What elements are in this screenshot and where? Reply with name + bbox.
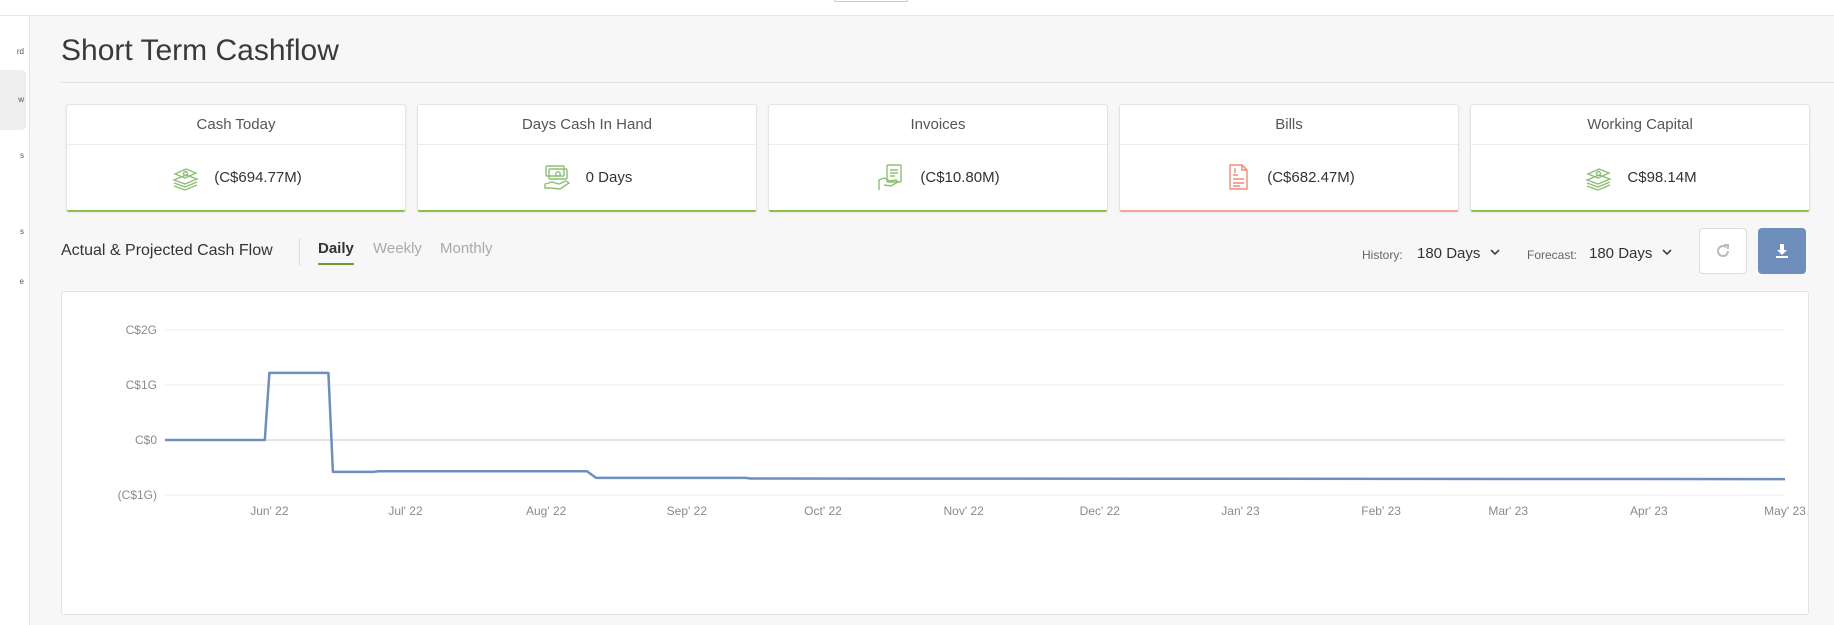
history-select[interactable]: 180 Days: [1417, 245, 1480, 262]
card-value: (C$682.47M): [1267, 168, 1355, 186]
invoice-hand-icon: [878, 164, 903, 190]
card-value: (C$694.77M): [214, 168, 302, 186]
bill-document-icon: [1229, 164, 1248, 190]
card-title: Cash Today: [67, 105, 405, 145]
card-title: Working Capital: [1471, 105, 1809, 145]
x-tick-label: Jun' 22: [250, 504, 289, 518]
card-value: C$98.14M: [1627, 168, 1697, 186]
money-stack-icon: [172, 168, 200, 191]
card-working-capital[interactable]: Working Capital C$98.14M: [1470, 104, 1810, 212]
x-tick-label: Nov' 22: [943, 504, 984, 518]
card-days-cash[interactable]: Days Cash In Hand 0 Days: [417, 104, 757, 212]
left-sidebar: rd w s s e: [0, 16, 30, 625]
sidebar-item-5[interactable]: e: [0, 272, 26, 292]
x-tick-label: Sep' 22: [667, 504, 708, 518]
download-button[interactable]: [1758, 228, 1806, 274]
x-tick-label: Feb' 23: [1361, 504, 1401, 518]
money-hand-icon: [543, 165, 570, 190]
y-tick-label: C$2G: [126, 323, 157, 337]
card-title: Invoices: [769, 105, 1107, 145]
title-divider: [61, 82, 1834, 83]
sidebar-item-3[interactable]: s: [0, 146, 26, 166]
x-tick-label: May' 23: [1764, 504, 1806, 518]
refresh-button[interactable]: [1699, 228, 1747, 274]
card-value: (C$10.80M): [920, 168, 1000, 186]
card-cash-today[interactable]: Cash Today (C$694.77M): [66, 104, 406, 212]
forecast-select[interactable]: 180 Days: [1589, 245, 1652, 262]
sidebar-item-4[interactable]: s: [0, 222, 26, 242]
card-title: Days Cash In Hand: [418, 105, 756, 145]
x-tick-label: Jul' 22: [388, 504, 423, 518]
refresh-icon: [1717, 244, 1730, 257]
chevron-down-icon[interactable]: [1488, 245, 1502, 259]
download-icon: [1776, 244, 1788, 258]
tab-monthly[interactable]: Monthly: [440, 240, 493, 257]
y-tick-label: (C$1G): [118, 488, 157, 502]
chart-section-title: Actual & Projected Cash Flow: [61, 242, 273, 259]
top-bar: [0, 0, 1834, 16]
active-tab-indicator: [318, 263, 354, 265]
history-label: History:: [1362, 248, 1403, 262]
series-line[interactable]: [165, 371, 1786, 481]
page-title: Short Term Cashflow: [61, 34, 339, 67]
chevron-down-icon[interactable]: [1660, 245, 1674, 259]
x-tick-label: Mar' 23: [1488, 504, 1528, 518]
card-bills[interactable]: Bills (C$682.47M): [1119, 104, 1459, 212]
header-divider: [299, 238, 300, 266]
x-tick-label: Dec' 22: [1080, 504, 1121, 518]
y-tick-label: C$1G: [126, 378, 157, 392]
money-stack-icon: [1585, 168, 1613, 191]
sidebar-item-2-active[interactable]: w: [0, 70, 26, 130]
main-content: Short Term Cashflow Cash Today (C$694.77…: [30, 16, 1834, 625]
card-invoices[interactable]: Invoices (C$10.80M): [768, 104, 1108, 212]
tab-daily[interactable]: Daily: [318, 240, 354, 257]
forecast-label: Forecast:: [1527, 248, 1578, 262]
card-title: Bills: [1120, 105, 1458, 145]
x-tick-label: Apr' 23: [1630, 504, 1668, 518]
cashflow-chart-svg: C$2G C$1G C$0 (C$1G) Jun' 22 Jul' 22 Aug' 22 S…: [118, 323, 1806, 518]
x-tick-label: Jan' 23: [1221, 504, 1260, 518]
x-tick-label: Oct' 22: [804, 504, 842, 518]
x-tick-label: Aug' 22: [526, 504, 567, 518]
cashflow-chart: C$2G C$1G C$0 (C$1G) Jun' 22 Jul' 22 Aug' 22 S…: [61, 291, 1809, 615]
y-tick-label: C$0: [135, 433, 157, 447]
top-bar-handle[interactable]: [834, 0, 908, 2]
card-value: 0 Days: [585, 168, 633, 186]
kpi-cards: Cash Today (C$694.77M) Days Cash In Hand: [66, 104, 1834, 212]
tab-weekly[interactable]: Weekly: [373, 240, 422, 257]
sidebar-item-1[interactable]: rd: [0, 42, 26, 62]
